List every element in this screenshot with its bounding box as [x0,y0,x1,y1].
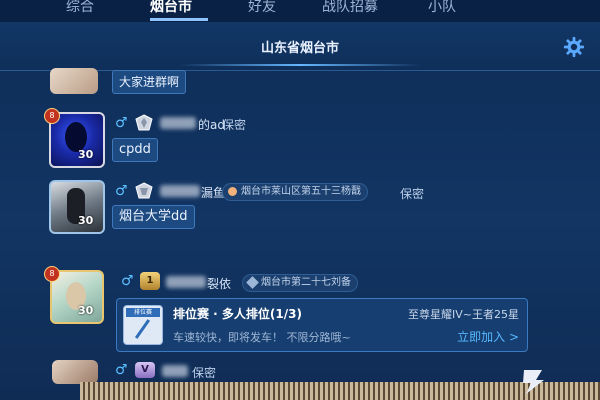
avatar[interactable] [49,180,105,234]
chat-bubble: 烟台大学dd [112,205,195,229]
rank-emblem-icon: 1 [140,272,160,290]
channel-title: 山东省烟台市 [260,41,339,56]
level-badge: 8 [44,108,60,124]
team-invite-card[interactable]: 排位赛 排位赛 · 多人排位(1/3) 至尊星耀IV~王者25星 车速较快，即将… [116,298,528,352]
location-tag: 烟台市莱山区第五十三杨戬 [222,183,368,201]
player-name-blurred [162,365,188,377]
card-title: 排位赛 · 多人排位(1/3) [173,307,302,321]
avatar[interactable] [50,68,98,94]
player-name-blurred [160,185,200,197]
title-glow [180,64,420,66]
rank-range: 至尊星耀IV~王者25星 [408,308,519,321]
tab-general[interactable]: 综合 [66,0,94,20]
rank-emblem-icon [135,182,153,199]
location-text: 烟台市莱山区第五十三杨戬 [241,186,361,197]
male-icon: ♂ [115,362,128,378]
location-icon [246,276,259,289]
player-name: 裂依 [207,277,232,291]
join-button[interactable]: 立即加入 > [457,328,519,345]
player-name-blurred [160,117,196,129]
avatar[interactable] [52,360,98,384]
tab-yantai[interactable]: 烟台市 [150,0,192,20]
gear-icon[interactable] [563,36,585,58]
secret-label: 保密 [192,366,217,380]
tab-bar: 综合 烟台市 好友 战队招募 小队 [0,0,600,22]
location-text: 烟台市第二十七刘备 [261,277,351,288]
sword-icon [134,319,151,339]
avatar-level-number: 30 [78,304,94,317]
card-description: 车速较快，即将发车！ 不限分路哦~ [173,331,351,344]
watermark-logo [518,366,600,400]
ranked-badge-label: 排位赛 [126,308,160,317]
ranked-match-icon: 排位赛 [123,305,163,345]
avatar-level-number: 30 [78,148,94,161]
avatar-level-number: 30 [78,214,94,227]
chat-bubble: cpdd [112,138,158,162]
male-icon: ♂ [121,273,134,289]
rank-emblem-icon [135,114,153,131]
player-name: 的ad [198,118,225,132]
player-name-blurred [166,276,206,288]
rank-emblem-icon: V [135,362,155,378]
location-icon [228,187,237,196]
tab-friends[interactable]: 好友 [248,0,276,20]
male-icon: ♂ [115,183,128,199]
tab-team-recruit[interactable]: 战队招募 [322,0,378,20]
location-tag: 烟台市第二十七刘备 [242,274,358,292]
tab-squad[interactable]: 小队 [428,0,456,20]
secret-label: 保密 [222,118,247,132]
level-badge: 8 [44,266,60,282]
chat-bubble: 大家进群啊 [112,70,187,94]
male-icon: ♂ [115,115,128,131]
secret-label: 保密 [400,187,425,201]
active-tab-indicator [150,18,208,21]
